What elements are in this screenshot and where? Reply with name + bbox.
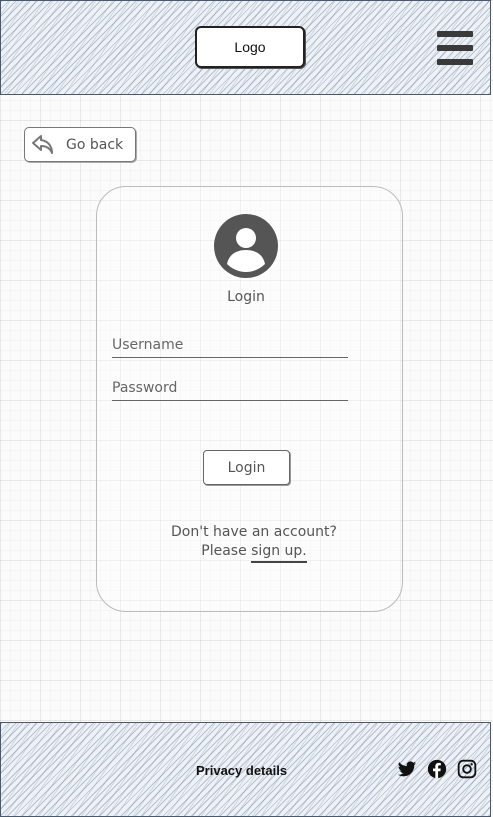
login-button[interactable]: Login: [203, 450, 290, 485]
go-back-label: Go back: [66, 136, 124, 153]
hamburger-icon: [437, 31, 473, 37]
twitter-icon[interactable]: [397, 759, 417, 779]
header: Logo: [0, 0, 491, 95]
instagram-icon[interactable]: [457, 759, 477, 779]
menu-button[interactable]: [437, 29, 475, 67]
username-input[interactable]: [112, 332, 348, 358]
password-field[interactable]: [112, 375, 348, 401]
no-account-text: Don't have an account?: [171, 524, 337, 540]
password-input[interactable]: [112, 375, 348, 401]
go-back-button[interactable]: Go back: [24, 127, 136, 162]
user-avatar-icon: [214, 214, 278, 278]
login-title: Login: [227, 289, 265, 305]
username-field[interactable]: [112, 332, 348, 358]
privacy-details-link[interactable]: Privacy details: [196, 763, 287, 778]
please-text: Please: [201, 543, 252, 559]
signup-link[interactable]: sign up.: [251, 543, 307, 563]
logo[interactable]: Logo: [195, 26, 305, 68]
signup-prompt: Don't have an account? Please sign up.: [96, 523, 412, 563]
facebook-icon[interactable]: [427, 759, 447, 779]
logo-label: Logo: [234, 39, 266, 55]
reply-arrow-icon: [32, 134, 53, 154]
